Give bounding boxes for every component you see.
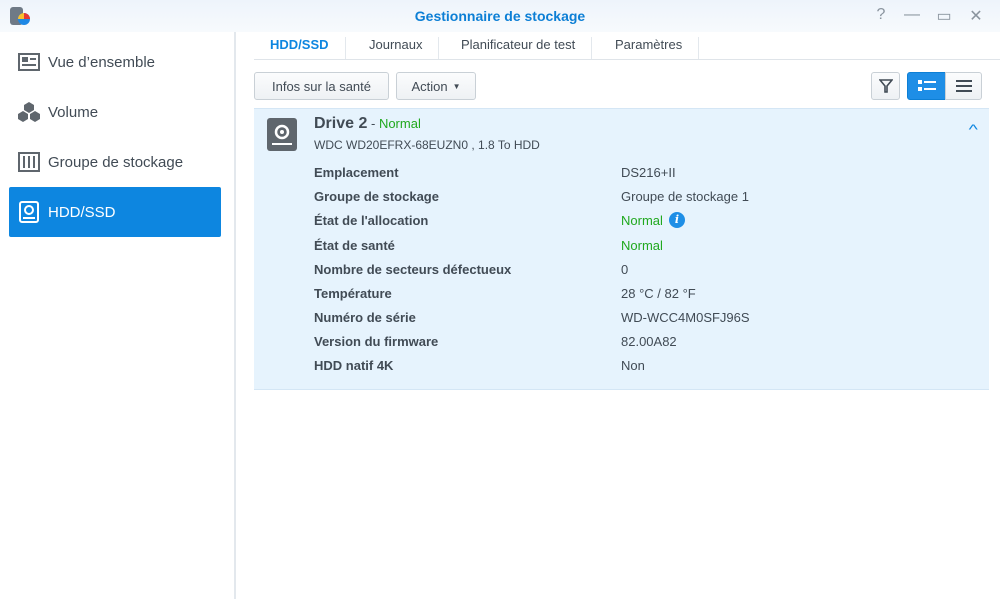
detail-value: Non: [621, 358, 645, 373]
detail-key: État de santé: [314, 238, 395, 253]
hdd-icon: [18, 201, 40, 223]
detail-key: HDD natif 4K: [314, 358, 394, 373]
detail-value: 28 °C / 82 °F: [621, 286, 696, 301]
list-view-button[interactable]: [945, 72, 982, 100]
detail-value: Normal: [621, 238, 663, 253]
sidebar-item-hdd-ssd[interactable]: HDD/SSD: [9, 187, 221, 237]
caret-down-icon: ▼: [452, 81, 461, 91]
drive-model: WDC WD20EFRX-68EUZN0 , 1.8 To HDD: [314, 138, 540, 152]
collapse-chevron-icon[interactable]: ^: [969, 121, 978, 137]
hdd-icon: [267, 118, 297, 151]
maximize-button[interactable]: ▭: [934, 6, 954, 26]
minimize-button[interactable]: —: [902, 6, 922, 24]
window-title: Gestionnaire de stockage: [414, 8, 586, 24]
sidebar-item-volume[interactable]: Volume: [9, 87, 221, 137]
health-info-button[interactable]: Infos sur la santé: [254, 72, 389, 100]
action-dropdown[interactable]: Action ▼: [396, 72, 476, 100]
detail-key: Numéro de série: [314, 310, 416, 325]
sidebar-item-label: Vue d’ensemble: [48, 53, 156, 71]
detail-view-button[interactable]: [907, 72, 946, 100]
tab-logs[interactable]: Journaux: [353, 37, 440, 59]
detail-value: 0: [621, 262, 629, 277]
detail-value: WD-WCC4M0SFJ96S: [621, 310, 750, 325]
sidebar-item-overview[interactable]: Vue d’ensemble: [9, 37, 221, 87]
filter-icon: [878, 79, 893, 93]
storage-pool-icon: [18, 151, 40, 173]
detail-list-icon: [917, 80, 936, 91]
sidebar-item-label: Groupe de stockage: [48, 153, 184, 171]
detail-value: DS216+II: [621, 165, 676, 180]
drive-name: Drive 2: [314, 115, 368, 132]
detail-key: État de l'allocation: [314, 213, 429, 228]
tab-hdd-ssd[interactable]: HDD/SSD: [254, 37, 346, 59]
filter-button[interactable]: [871, 72, 900, 100]
title-bar: Gestionnaire de stockage ? — ▭ ✕: [0, 0, 1000, 32]
action-label: Action: [411, 78, 448, 94]
sidebar: Vue d’ensemble Volume Groupe de stockage…: [0, 32, 236, 599]
drive-header: Drive 2 - Normal: [314, 115, 421, 133]
tab-bar: HDD/SSD Journaux Planificateur de test P…: [254, 32, 1000, 60]
tab-settings[interactable]: Paramètres: [599, 37, 700, 59]
help-button[interactable]: ?: [871, 6, 891, 24]
drive-panel[interactable]: Drive 2 - Normal WDC WD20EFRX-68EUZN0 , …: [254, 108, 989, 390]
detail-key: Emplacement: [314, 165, 399, 180]
cubes-icon: [18, 101, 40, 123]
sidebar-item-storage-pool[interactable]: Groupe de stockage: [9, 137, 221, 187]
tab-test-scheduler[interactable]: Planificateur de test: [445, 37, 593, 59]
detail-key: Température: [314, 286, 392, 301]
drive-status: Normal: [378, 116, 421, 131]
info-icon[interactable]: i: [669, 212, 685, 228]
detail-key: Nombre de secteurs défectueux: [314, 262, 512, 277]
close-button[interactable]: ✕: [966, 6, 986, 26]
list-icon: [955, 80, 972, 92]
detail-key: Groupe de stockage: [314, 189, 439, 204]
overview-icon: [18, 51, 40, 73]
detail-value: 82.00A82: [621, 334, 677, 349]
separator: -: [367, 116, 379, 131]
detail-value: Groupe de stockage 1: [621, 189, 749, 204]
detail-key: Version du firmware: [314, 334, 439, 349]
detail-value: Normal: [621, 213, 663, 228]
sidebar-item-label: Volume: [48, 103, 99, 121]
sidebar-item-label: HDD/SSD: [48, 203, 116, 221]
